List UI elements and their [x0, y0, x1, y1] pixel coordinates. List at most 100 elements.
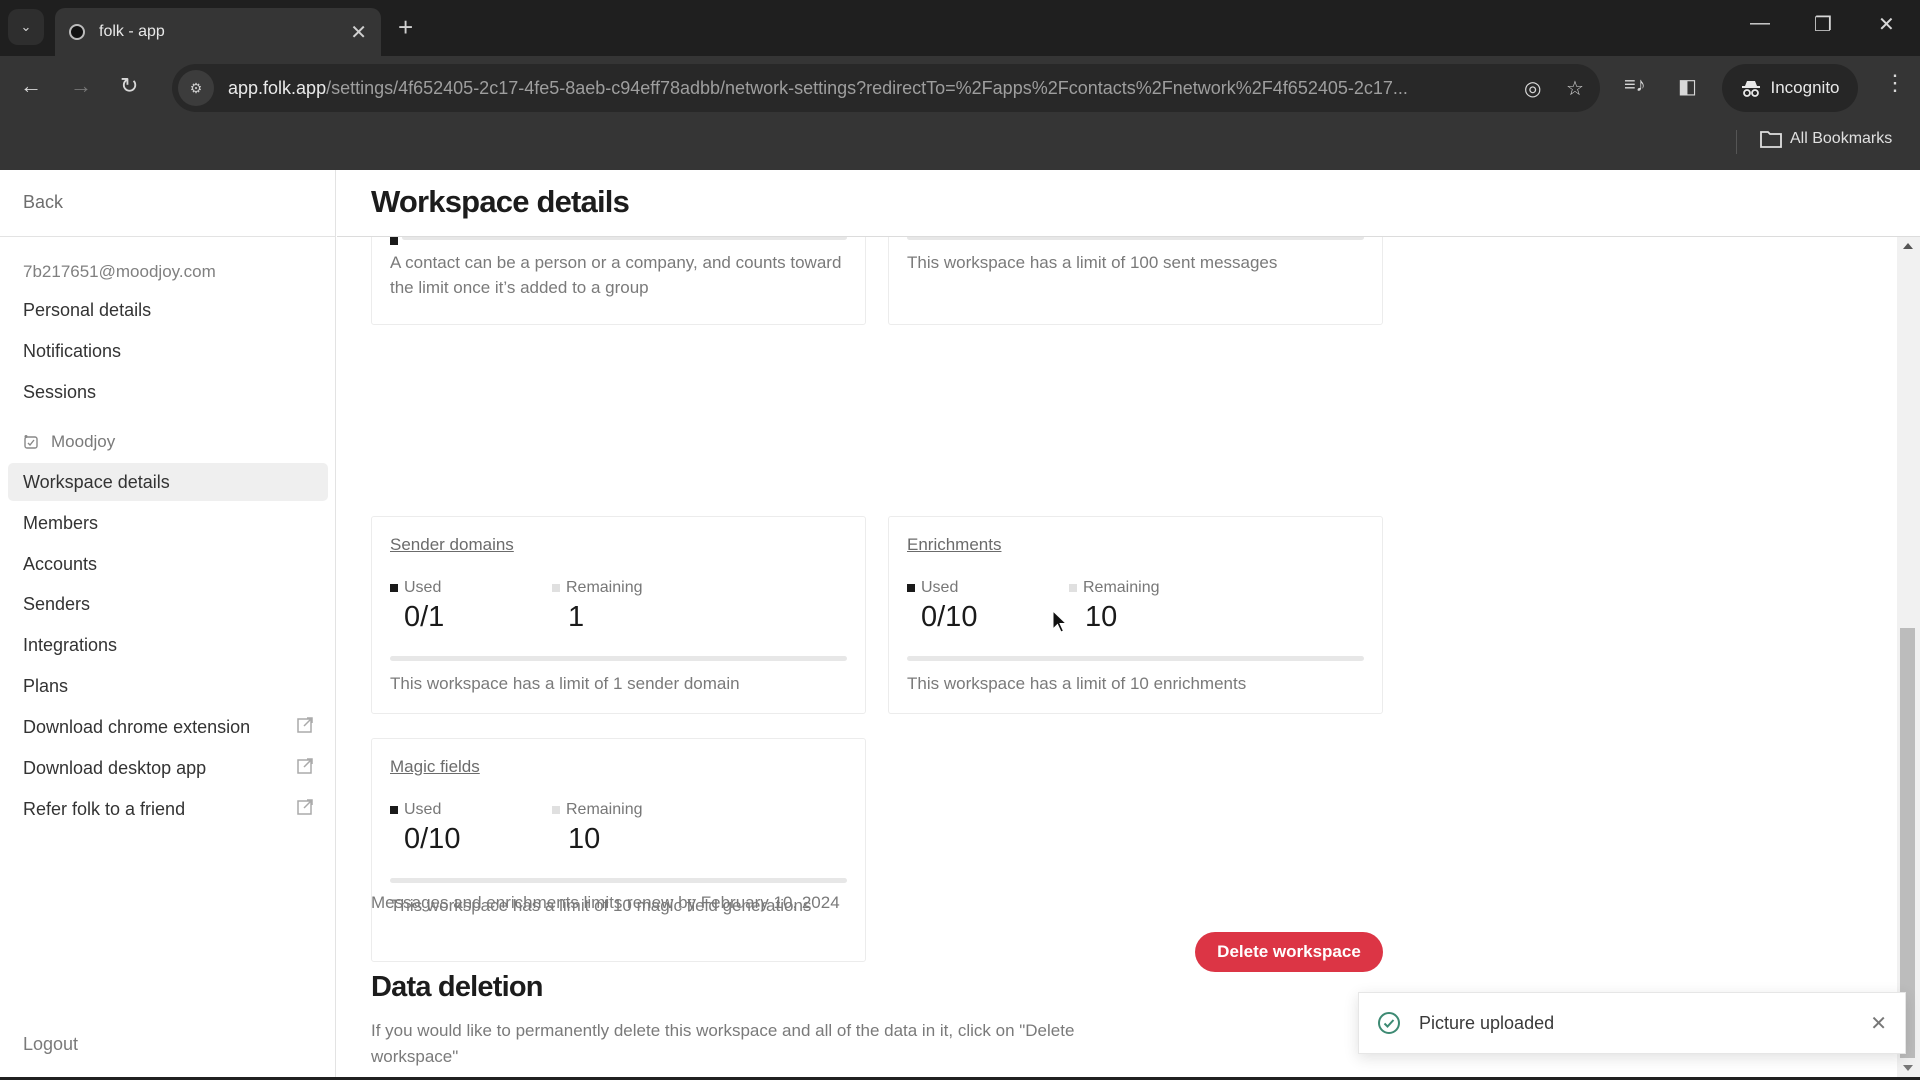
- media-control-icon[interactable]: ≡♪: [1624, 74, 1646, 97]
- toast-message: Picture uploaded: [1419, 1012, 1555, 1033]
- external-link-icon: [297, 758, 313, 774]
- usage-bar: [907, 656, 1364, 661]
- used-label: Used: [921, 579, 959, 596]
- remaining-legend: Remaining: [1069, 579, 1159, 597]
- remaining-value: 10: [568, 823, 601, 855]
- sidebar-item-label: Personal details: [23, 299, 152, 320]
- site-info-icon[interactable]: ⚙: [178, 70, 214, 106]
- sidebar-item-label: Senders: [23, 593, 91, 614]
- remaining-legend: Remaining: [552, 801, 642, 819]
- browser-menu-icon[interactable]: ⋮: [1884, 70, 1906, 96]
- folder-icon: [1760, 131, 1782, 148]
- account-email: 7b217651@moodjoy.com: [23, 262, 216, 281]
- sidebar-item-members[interactable]: Members: [8, 504, 328, 542]
- mouse-cursor-icon: [1052, 610, 1068, 633]
- messages-limit-card: This workspace has a limit of 100 sent m…: [888, 237, 1383, 325]
- contacts-limit-card: A contact can be a person or a company, …: [371, 237, 866, 325]
- sidebar-item-personal-details[interactable]: Personal details: [8, 291, 328, 329]
- workspace-logo-icon: [24, 435, 38, 449]
- used-legend: Used: [390, 801, 441, 819]
- sidebar-item-download-chrome-extension[interactable]: Download chrome extension: [8, 708, 328, 746]
- external-link-icon: [297, 799, 313, 815]
- settings-sidebar: Back 7b217651@moodjoy.com Personal detai…: [0, 170, 336, 1077]
- forward-arrow-icon[interactable]: →: [70, 73, 92, 99]
- card-description: This workspace has a limit of 100 sent m…: [907, 253, 1278, 272]
- used-swatch: [390, 806, 398, 814]
- workspace-name: Moodjoy: [51, 432, 116, 451]
- sidebar-item-notifications[interactable]: Notifications: [8, 332, 328, 370]
- eye-off-icon[interactable]: ◎: [1524, 76, 1541, 101]
- external-link-icon: [297, 717, 313, 733]
- used-swatch: [907, 584, 915, 592]
- page-header: Workspace details: [337, 170, 1920, 237]
- scroll-down-arrow-icon[interactable]: [1903, 1065, 1913, 1071]
- sidebar-item-label: Sessions: [23, 381, 97, 402]
- used-swatch: [390, 584, 398, 592]
- back-arrow-icon[interactable]: ←: [20, 73, 42, 99]
- incognito-badge[interactable]: Incognito: [1722, 64, 1858, 112]
- bookmarks-bar: All Bookmarks: [0, 120, 1920, 170]
- sidebar-item-label: Plans: [23, 675, 69, 696]
- remaining-legend: Remaining: [552, 579, 642, 597]
- side-panel-icon[interactable]: ◧: [1678, 74, 1697, 99]
- messages-usage-bar: [907, 237, 1364, 240]
- used-label: Used: [404, 579, 442, 596]
- tab-search-button[interactable]: ⌄: [8, 9, 44, 45]
- bookmark-star-icon[interactable]: ☆: [1566, 76, 1584, 101]
- sidebar-item-label: Download chrome extension: [23, 716, 251, 737]
- used-legend: Used: [907, 579, 958, 597]
- content-scrollbar[interactable]: [1897, 237, 1920, 1077]
- minimize-icon[interactable]: —: [1750, 12, 1770, 35]
- card-description: A contact can be a person or a company, …: [390, 253, 842, 297]
- browser-toolbar: ← → ↻ ⚙ app.folk.app/settings/4f652405-2…: [0, 56, 1920, 120]
- sidebar-item-plans[interactable]: Plans: [8, 667, 328, 705]
- card-description: This workspace has a limit of 10 enrichm…: [907, 674, 1247, 693]
- remaining-swatch: [1069, 584, 1077, 592]
- all-bookmarks-label: All Bookmarks: [1790, 130, 1893, 147]
- sidebar-item-senders[interactable]: Senders: [8, 585, 328, 623]
- settings-page: Back 7b217651@moodjoy.com Personal detai…: [0, 170, 1920, 1077]
- scroll-up-arrow-icon[interactable]: [1903, 243, 1913, 249]
- logout-link[interactable]: Logout: [23, 1034, 78, 1055]
- check-circle-icon: [1378, 1012, 1400, 1034]
- remaining-label: Remaining: [566, 579, 643, 596]
- sidebar-item-refer-friend[interactable]: Refer folk to a friend: [8, 790, 328, 828]
- address-bar[interactable]: ⚙ app.folk.app/settings/4f652405-2c17-4f…: [172, 64, 1600, 112]
- card-title-link[interactable]: Magic fields: [390, 757, 480, 777]
- remaining-label: Remaining: [566, 801, 643, 818]
- remaining-swatch: [552, 806, 560, 814]
- window-close-icon[interactable]: ✕: [1878, 12, 1895, 37]
- toast-close-icon[interactable]: ✕: [1870, 1011, 1887, 1036]
- sidebar-item-integrations[interactable]: Integrations: [8, 626, 328, 664]
- sidebar-item-workspace-details[interactable]: Workspace details: [8, 463, 328, 501]
- used-value: 0/1: [404, 601, 445, 633]
- delete-workspace-button[interactable]: Delete workspace: [1195, 932, 1383, 972]
- card-title-link[interactable]: Enrichments: [907, 535, 1001, 555]
- remaining-swatch: [552, 584, 560, 592]
- browser-tab-bar: ⌄ folk - app ✕ + — ❐ ✕: [0, 0, 1920, 56]
- sidebar-item-download-desktop-app[interactable]: Download desktop app: [8, 749, 328, 787]
- chevron-down-icon: ⌄: [20, 19, 32, 34]
- sidebar-item-accounts[interactable]: Accounts: [8, 545, 328, 583]
- workspace-details-content: A contact can be a person or a company, …: [337, 237, 1897, 1077]
- reload-icon[interactable]: ↻: [120, 73, 138, 99]
- used-value: 0/10: [921, 601, 978, 633]
- sidebar-item-label: Accounts: [23, 553, 98, 574]
- new-tab-button[interactable]: +: [398, 12, 413, 43]
- sidebar-divider: [0, 236, 336, 237]
- sidebar-item-sessions[interactable]: Sessions: [8, 373, 328, 411]
- sidebar-item-label: Members: [23, 512, 99, 533]
- url-path: /settings/4f652405-2c17-4fe5-8aeb-c94eff…: [326, 77, 1408, 98]
- restore-icon[interactable]: ❐: [1814, 12, 1832, 37]
- browser-tab[interactable]: folk - app ✕: [55, 8, 381, 56]
- data-deletion-description: If you would like to permanently delete …: [371, 1021, 1075, 1066]
- url-text[interactable]: app.folk.app/settings/4f652405-2c17-4fe5…: [228, 78, 1518, 99]
- all-bookmarks-button[interactable]: All Bookmarks: [1760, 130, 1892, 148]
- remaining-value: 1: [568, 601, 585, 633]
- incognito-icon: [1741, 81, 1760, 97]
- card-title-link[interactable]: Sender domains: [390, 535, 514, 555]
- limits-renew-note: Messages and enrichments limits renew by…: [371, 893, 840, 912]
- usage-bar: [390, 878, 847, 883]
- back-link[interactable]: Back: [23, 192, 63, 213]
- tab-close-icon[interactable]: ✕: [350, 20, 367, 45]
